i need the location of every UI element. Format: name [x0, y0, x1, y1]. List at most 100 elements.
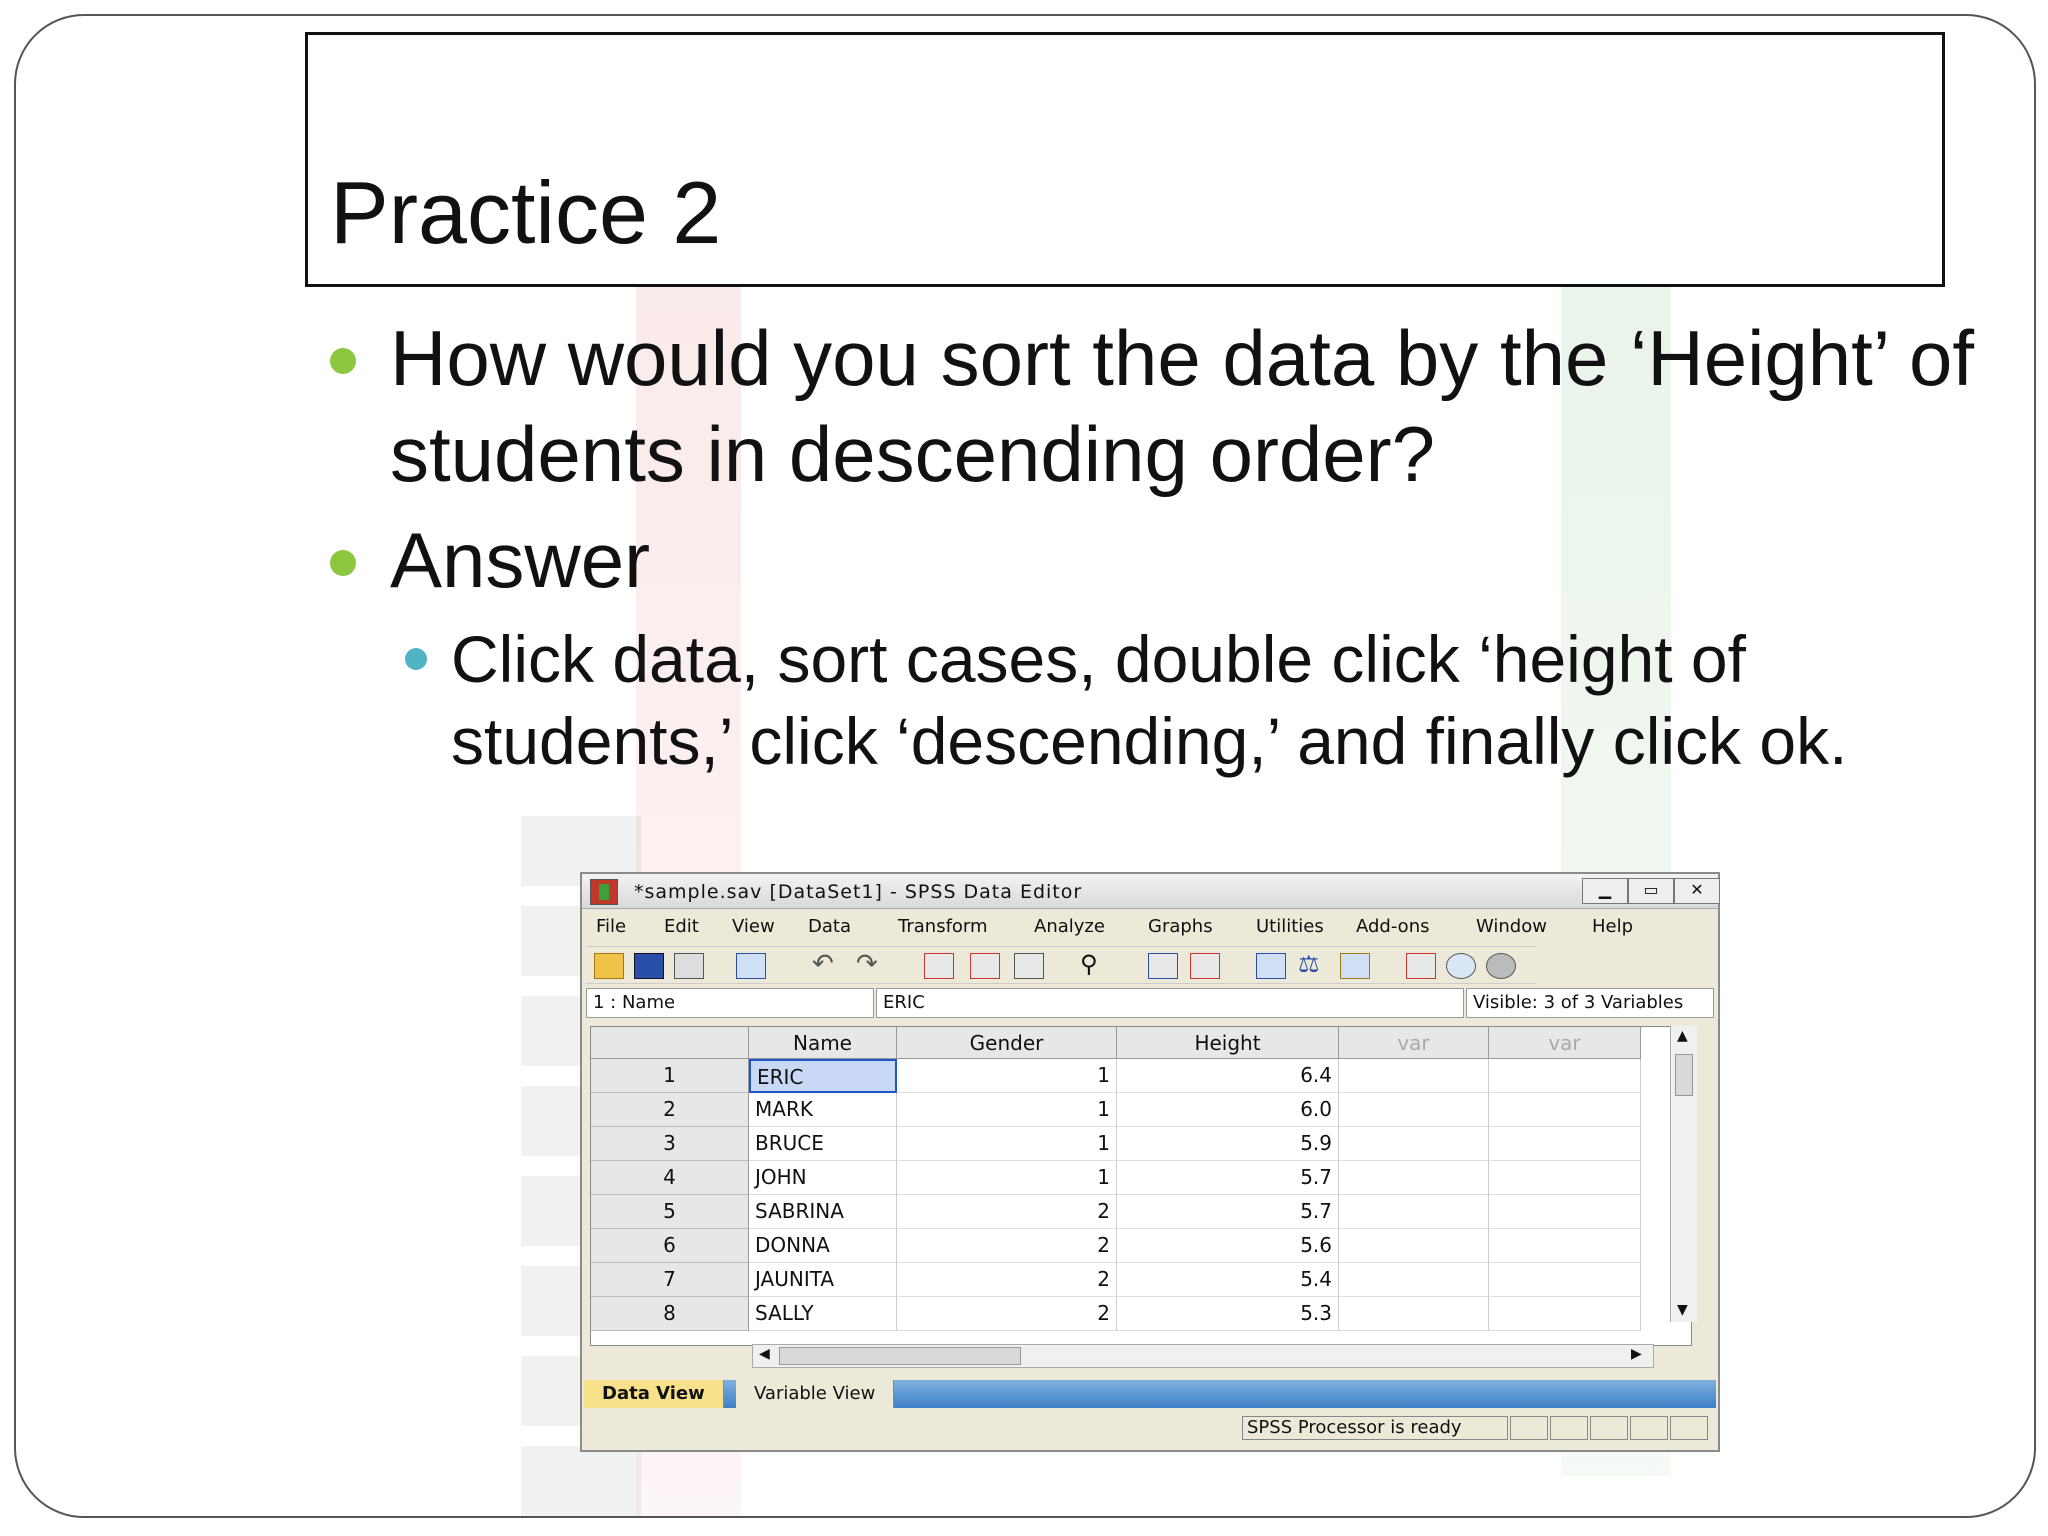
cell-height[interactable]: 5.3 — [1117, 1297, 1339, 1331]
row-header[interactable]: 7 — [591, 1263, 749, 1297]
cell-height[interactable]: 5.7 — [1117, 1195, 1339, 1229]
cell-empty[interactable] — [1339, 1093, 1489, 1127]
cell-empty[interactable] — [1489, 1263, 1641, 1297]
cell-gender[interactable]: 1 — [897, 1127, 1117, 1161]
goto-variable-icon[interactable] — [970, 953, 1000, 979]
cell-gender[interactable]: 2 — [897, 1195, 1117, 1229]
split-file-icon[interactable] — [1256, 953, 1286, 979]
weight-cases-icon[interactable]: ⚖ — [1298, 952, 1326, 977]
menu-add-ons[interactable]: Add-ons — [1356, 916, 1429, 937]
redo-icon[interactable]: ↷ — [856, 951, 884, 977]
cell-name[interactable]: ERIC — [749, 1059, 897, 1093]
close-button[interactable]: ✕ — [1674, 878, 1720, 904]
show-all-variables-icon[interactable] — [1486, 953, 1516, 979]
undo-icon[interactable]: ↶ — [812, 951, 840, 977]
row-header[interactable]: 2 — [591, 1093, 749, 1127]
menu-analyze[interactable]: Analyze — [1034, 916, 1105, 937]
cell-empty[interactable] — [1489, 1297, 1641, 1331]
cell-value-input[interactable]: ERIC — [876, 988, 1464, 1018]
open-folder-icon[interactable] — [594, 953, 624, 979]
cell-empty[interactable] — [1339, 1059, 1489, 1093]
cell-gender[interactable]: 1 — [897, 1059, 1117, 1093]
save-icon[interactable] — [634, 953, 664, 979]
cell-name[interactable]: SABRINA — [749, 1195, 897, 1229]
cell-name[interactable]: MARK — [749, 1093, 897, 1127]
cell-gender[interactable]: 2 — [897, 1263, 1117, 1297]
cell-gender[interactable]: 1 — [897, 1161, 1117, 1195]
cell-height[interactable]: 5.7 — [1117, 1161, 1339, 1195]
cell-name[interactable]: SALLY — [749, 1297, 897, 1331]
menu-edit[interactable]: Edit — [664, 916, 699, 937]
menu-help[interactable]: Help — [1592, 916, 1633, 937]
horizontal-scrollbar[interactable]: ◀ ▶ — [752, 1344, 1654, 1368]
insert-variable-icon[interactable] — [1190, 953, 1220, 979]
row-header[interactable]: 1 — [591, 1059, 749, 1093]
cell-empty[interactable] — [1489, 1059, 1641, 1093]
select-cases-icon[interactable] — [1340, 953, 1370, 979]
cell-empty[interactable] — [1489, 1161, 1641, 1195]
column-header-var[interactable]: var — [1339, 1027, 1489, 1059]
column-header-name[interactable]: Name — [749, 1027, 897, 1059]
goto-case-icon[interactable] — [924, 953, 954, 979]
use-sets-icon[interactable] — [1446, 953, 1476, 979]
menu-window[interactable]: Window — [1476, 916, 1547, 937]
menu-file[interactable]: File — [596, 916, 626, 937]
row-header[interactable]: 6 — [591, 1229, 749, 1263]
find-binoculars-icon[interactable]: ⚲ — [1080, 952, 1108, 977]
cell-empty[interactable] — [1489, 1127, 1641, 1161]
cell-gender[interactable]: 1 — [897, 1093, 1117, 1127]
menu-graphs[interactable]: Graphs — [1148, 916, 1213, 937]
scroll-thumb[interactable] — [779, 1347, 1021, 1365]
row-header[interactable]: 5 — [591, 1195, 749, 1229]
status-segment — [1510, 1416, 1548, 1440]
row-header[interactable]: 8 — [591, 1297, 749, 1331]
dialog-recall-icon[interactable] — [736, 953, 766, 979]
cell-empty[interactable] — [1489, 1229, 1641, 1263]
cell-height[interactable]: 5.4 — [1117, 1263, 1339, 1297]
column-header-height[interactable]: Height — [1117, 1027, 1339, 1059]
cell-name[interactable]: JAUNITA — [749, 1263, 897, 1297]
cell-name[interactable]: JOHN — [749, 1161, 897, 1195]
minimize-button[interactable]: ▁ — [1582, 878, 1628, 904]
cell-height[interactable]: 5.6 — [1117, 1229, 1339, 1263]
menu-utilities[interactable]: Utilities — [1256, 916, 1324, 937]
row-header[interactable]: 3 — [591, 1127, 749, 1161]
cell-height[interactable]: 5.9 — [1117, 1127, 1339, 1161]
cell-empty[interactable] — [1339, 1297, 1489, 1331]
scroll-up-icon[interactable]: ▲ — [1677, 1028, 1688, 1044]
column-header-gender[interactable]: Gender — [897, 1027, 1117, 1059]
cell-height[interactable]: 6.0 — [1117, 1093, 1339, 1127]
maximize-button[interactable]: ▭ — [1628, 878, 1674, 904]
tab-data-view[interactable]: Data View — [584, 1380, 724, 1408]
row-header[interactable]: 4 — [591, 1161, 749, 1195]
cell-gender[interactable]: 2 — [897, 1229, 1117, 1263]
vertical-scrollbar[interactable]: ▲ ▼ — [1670, 1026, 1697, 1322]
cell-height[interactable]: 6.4 — [1117, 1059, 1339, 1093]
tab-variable-view[interactable]: Variable View — [736, 1380, 895, 1408]
variables-icon[interactable] — [1014, 953, 1044, 979]
print-icon[interactable] — [674, 953, 704, 979]
menu-data[interactable]: Data — [808, 916, 851, 937]
value-labels-icon[interactable] — [1406, 953, 1436, 979]
cell-empty[interactable] — [1489, 1195, 1641, 1229]
scroll-down-icon[interactable]: ▼ — [1677, 1302, 1688, 1318]
cell-empty[interactable] — [1489, 1093, 1641, 1127]
column-header-var[interactable]: var — [1489, 1027, 1641, 1059]
menu-transform[interactable]: Transform — [898, 916, 988, 937]
cell-name[interactable]: BRUCE — [749, 1127, 897, 1161]
sub-bullet-dot-icon — [405, 648, 427, 670]
cell-empty[interactable] — [1339, 1229, 1489, 1263]
cell-gender[interactable]: 2 — [897, 1297, 1117, 1331]
insert-cases-icon[interactable] — [1148, 953, 1178, 979]
cell-empty[interactable] — [1339, 1127, 1489, 1161]
scroll-right-icon[interactable]: ▶ — [1631, 1346, 1642, 1362]
cell-empty[interactable] — [1339, 1161, 1489, 1195]
spss-title-bar[interactable]: *sample.sav [DataSet1] - SPSS Data Edito… — [582, 874, 1720, 909]
cell-empty[interactable] — [1339, 1263, 1489, 1297]
menu-view[interactable]: View — [732, 916, 775, 937]
cell-name[interactable]: DONNA — [749, 1229, 897, 1263]
grid-corner[interactable] — [591, 1027, 749, 1059]
scroll-left-icon[interactable]: ◀ — [759, 1346, 770, 1362]
scroll-thumb[interactable] — [1675, 1054, 1693, 1096]
cell-empty[interactable] — [1339, 1195, 1489, 1229]
